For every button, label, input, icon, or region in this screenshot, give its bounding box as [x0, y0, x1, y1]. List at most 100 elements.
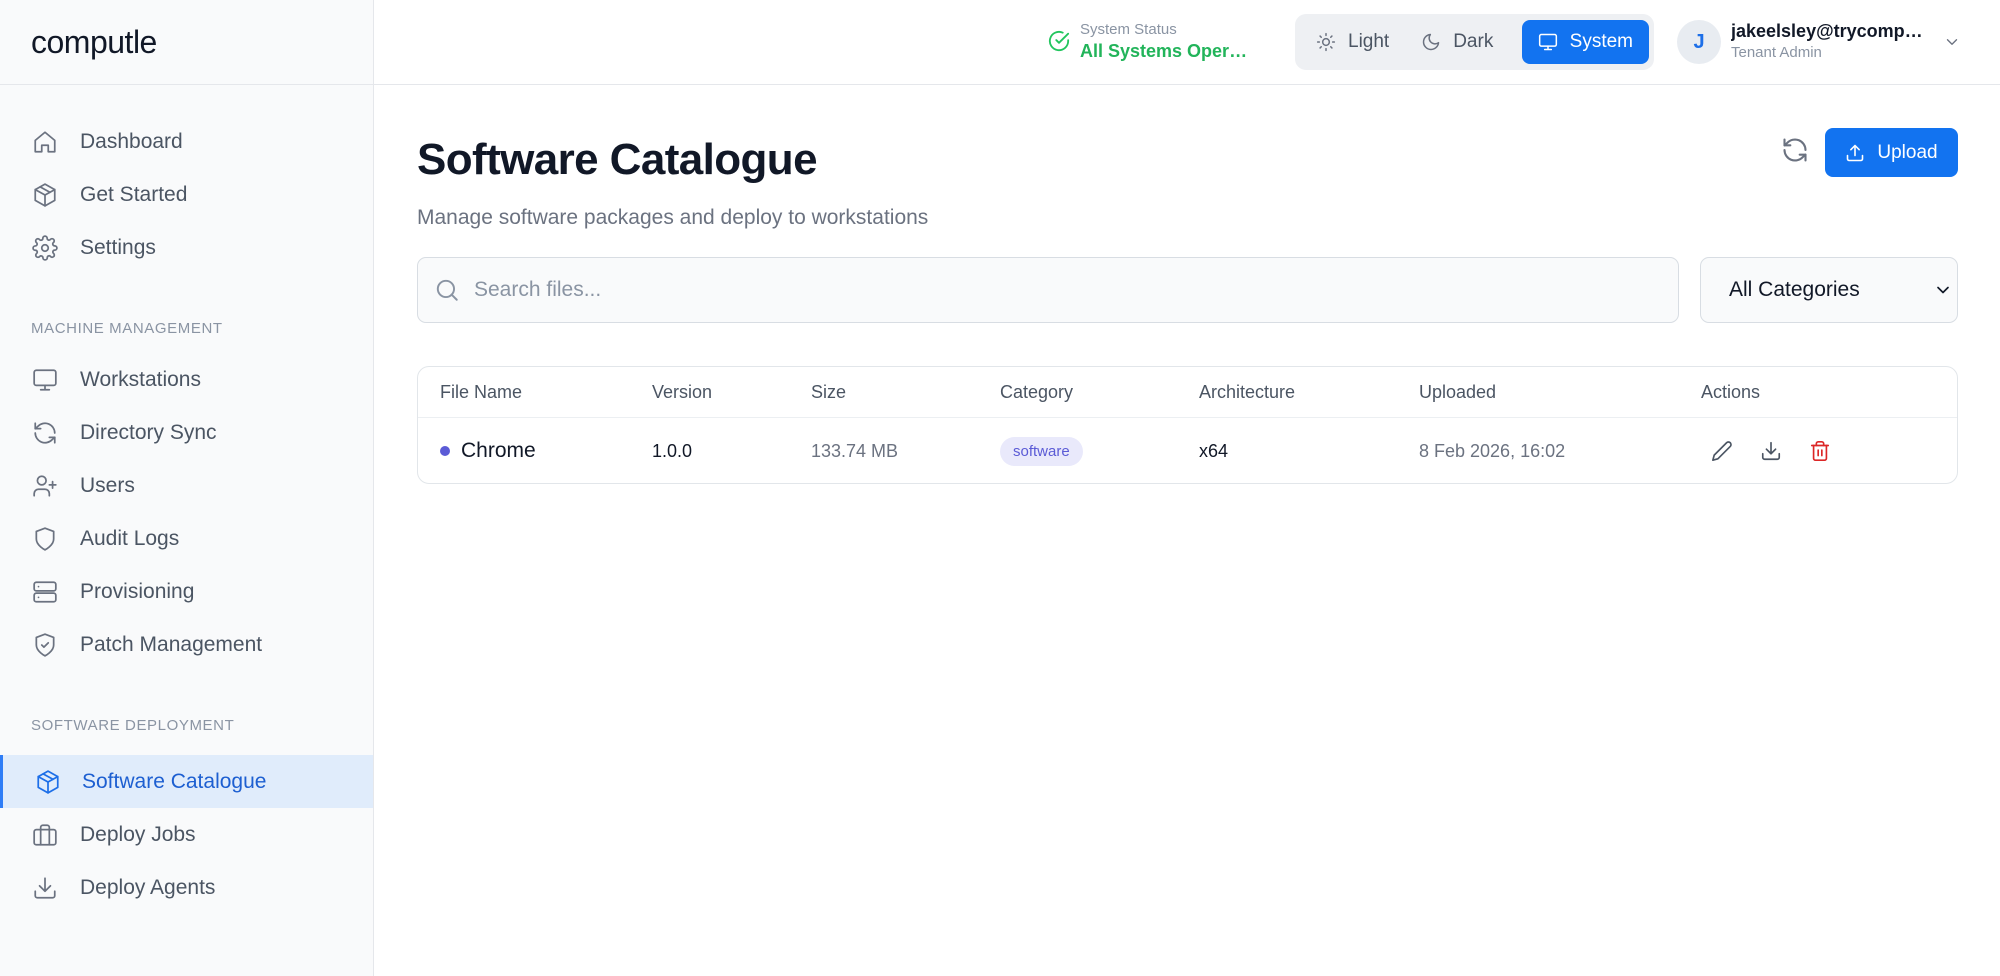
section-label-machine-management: MACHINE MANAGEMENT [31, 319, 223, 337]
sidebar-item-label: Deploy Jobs [80, 822, 196, 846]
chevron-down-icon [1943, 33, 1961, 51]
column-header-category[interactable]: Category [1000, 367, 1073, 418]
brand-logo[interactable]: computle [0, 0, 373, 85]
search-icon [436, 279, 458, 301]
download-icon [1761, 441, 1781, 461]
sync-icon [31, 419, 59, 447]
monitor-icon [1538, 33, 1557, 51]
user-email: jakeelsley@trycomputle.com [1731, 21, 1927, 41]
software-table: File Name Version Size Category Architec… [417, 366, 1958, 484]
sidebar-item-deploy-jobs[interactable]: Deploy Jobs [0, 808, 373, 861]
refresh-icon [1783, 138, 1807, 162]
trash-icon [1810, 441, 1830, 461]
sidebar-item-dashboard[interactable]: Dashboard [0, 115, 373, 168]
sidebar-item-workstations[interactable]: Workstations [0, 353, 373, 406]
table-row[interactable]: Chrome 1.0.0 133.74 MB software x64 8 Fe… [418, 418, 1957, 483]
theme-light-button[interactable]: Light [1300, 20, 1405, 64]
table-header: File Name Version Size Category Architec… [418, 367, 1957, 418]
column-header-architecture[interactable]: Architecture [1199, 367, 1295, 418]
column-header-actions: Actions [1701, 382, 1761, 402]
status-label: System Status [1080, 21, 1177, 38]
shield-icon [31, 525, 59, 553]
sidebar-item-provisioning[interactable]: Provisioning [0, 565, 373, 618]
column-header-file-name[interactable]: File Name [440, 367, 522, 418]
section-label-software-deployment: SOFTWARE DEPLOYMENT [31, 716, 235, 734]
download-icon [31, 874, 59, 902]
page-title: Software Catalogue [417, 135, 818, 184]
delete-button[interactable] [1808, 439, 1832, 463]
brand-name: computle [31, 23, 157, 60]
avatar: J [1677, 20, 1721, 64]
category-badge: software [1000, 436, 1083, 466]
sidebar: computle Dashboard Get Started Settings … [0, 0, 374, 976]
system-status[interactable]: System Status All Systems Operational [1048, 21, 1252, 63]
home-icon [31, 128, 59, 156]
upload-label: Upload [1877, 141, 1938, 163]
actions-cell [1710, 418, 1832, 483]
size-cell: 133.74 MB [811, 440, 899, 461]
user-plus-icon [31, 472, 59, 500]
file-name-cell: Chrome [440, 418, 536, 483]
shield-check-icon [31, 631, 59, 659]
theme-system-button[interactable]: System [1521, 20, 1649, 64]
download-button[interactable] [1759, 439, 1783, 463]
theme-dark-label: Dark [1453, 31, 1494, 52]
sidebar-item-label: Patch Management [80, 632, 263, 656]
refresh-button[interactable] [1779, 134, 1811, 166]
main-content: Software Catalogue Manage software packa… [374, 85, 2000, 976]
sidebar-item-deploy-agents[interactable]: Deploy Agents [0, 861, 373, 914]
upload-icon [1847, 144, 1864, 161]
sidebar-item-directory-sync[interactable]: Directory Sync [0, 406, 373, 459]
file-status-dot [440, 446, 450, 456]
moon-icon [1422, 33, 1440, 51]
page-subtitle: Manage software packages and deploy to w… [417, 206, 929, 229]
column-header-uploaded[interactable]: Uploaded [1419, 367, 1496, 418]
sidebar-item-label: Workstations [80, 367, 201, 391]
sidebar-item-settings[interactable]: Settings [0, 221, 373, 274]
chevron-down-icon [1933, 280, 1953, 300]
theme-system-label: System [1569, 31, 1633, 52]
server-icon [31, 578, 59, 606]
category-cell: software [1000, 418, 1083, 483]
uploaded-cell: 8 Feb 2026, 16:02 [1419, 440, 1566, 461]
sidebar-item-users[interactable]: Users [0, 459, 373, 512]
sidebar-item-audit-logs[interactable]: Audit Logs [0, 512, 373, 565]
sidebar-item-label: Users [80, 473, 135, 497]
gear-icon [31, 234, 59, 262]
user-menu[interactable]: J jakeelsley@trycomputle.com Tenant Admi… [1677, 20, 1961, 64]
category-select-value: All Categories [1729, 278, 1860, 301]
sidebar-item-patch-management[interactable]: Patch Management [0, 618, 373, 671]
file-name: Chrome [461, 439, 536, 462]
monitor-icon [31, 366, 59, 394]
briefcase-icon [31, 821, 59, 849]
sidebar-item-label: Settings [80, 235, 156, 259]
edit-button[interactable] [1710, 439, 1734, 463]
package-icon [34, 768, 62, 796]
sidebar-item-label: Software Catalogue [82, 769, 267, 793]
theme-toggle: Light Dark System [1295, 14, 1654, 70]
top-header: System Status All Systems Operational Li… [374, 0, 2000, 85]
sidebar-item-get-started[interactable]: Get Started [0, 168, 373, 221]
sidebar-item-label: Deploy Agents [80, 875, 216, 899]
sidebar-item-label: Dashboard [80, 129, 183, 153]
category-select[interactable]: All Categories [1700, 257, 1958, 323]
column-header-size[interactable]: Size [811, 367, 846, 418]
upload-button[interactable]: Upload [1825, 128, 1958, 177]
sidebar-item-label: Provisioning [80, 579, 195, 603]
sun-icon [1316, 32, 1336, 52]
theme-light-label: Light [1348, 31, 1390, 52]
sidebar-item-label: Get Started [80, 182, 188, 206]
sidebar-nav: Dashboard Get Started Settings MACHINE M… [0, 85, 373, 914]
pencil-icon [1712, 441, 1732, 461]
version-cell: 1.0.0 [652, 440, 693, 461]
architecture-cell: x64 [1199, 440, 1229, 461]
search-box [417, 257, 1679, 323]
column-header-version[interactable]: Version [652, 367, 712, 418]
search-input[interactable] [474, 278, 1624, 302]
sidebar-item-software-catalogue[interactable]: Software Catalogue [0, 755, 373, 808]
user-role: Tenant Admin [1731, 44, 1822, 61]
sidebar-item-label: Directory Sync [80, 420, 217, 444]
package-icon [31, 181, 59, 209]
theme-dark-button[interactable]: Dark [1405, 20, 1509, 64]
check-circle-icon [1048, 30, 1070, 52]
